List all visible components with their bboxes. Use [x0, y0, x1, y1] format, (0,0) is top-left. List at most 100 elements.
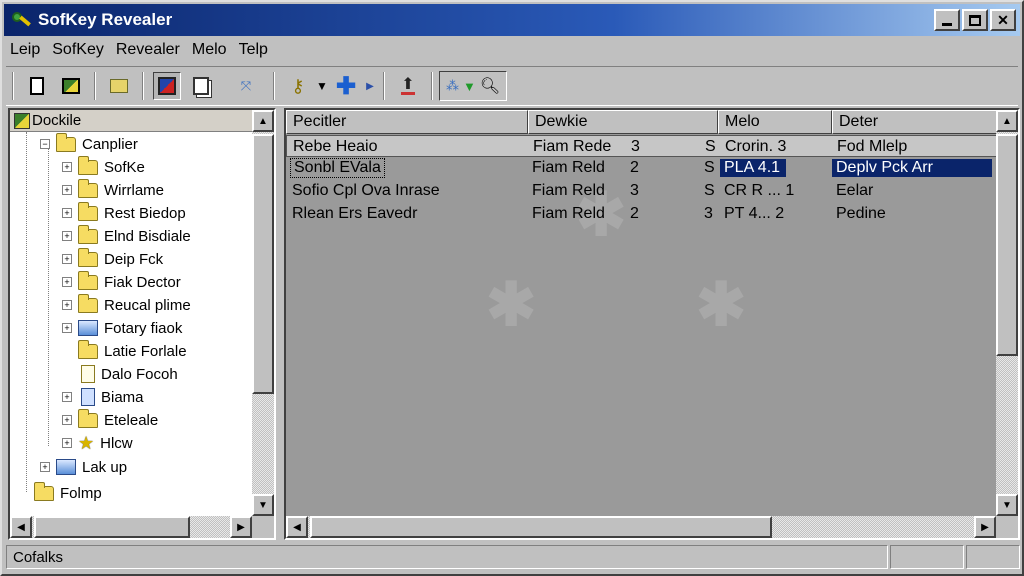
expand-icon: + [62, 277, 72, 287]
list-row[interactable]: Rebe Heaio Fiam Rede 3 S Crorin. 3 Fod M… [286, 135, 998, 157]
toolbar-separator [94, 72, 96, 100]
expand-icon: + [62, 300, 72, 310]
open-image-button[interactable] [57, 72, 85, 100]
cell-name: Sofio Cpl Ova Inrase [292, 182, 440, 199]
scroll-thumb[interactable] [252, 134, 274, 394]
tree-horizontal-scrollbar[interactable]: ◀ ▶ [10, 516, 274, 538]
cell-deter: Deplv Pck Arr [832, 159, 992, 177]
toolbar-separator [273, 72, 275, 100]
folder-tree[interactable]: Dockile − Canplier + SofKe + Wirrlame + Rest… [8, 108, 276, 540]
scroll-thumb[interactable] [996, 134, 1018, 356]
tree-item-label: SofKe [104, 158, 145, 176]
reveal-button[interactable] [153, 72, 181, 100]
status-bar: Cofalks [4, 542, 1020, 572]
tree-guide [48, 148, 49, 446]
tree-header: Dockile [10, 110, 252, 132]
menu-leip[interactable]: Leip [4, 41, 46, 59]
menu-melo[interactable]: Melo [186, 41, 233, 59]
caret-right-icon: ▶ [366, 80, 374, 92]
expand-icon: + [62, 231, 72, 241]
tree-item[interactable]: Folmp [34, 481, 102, 504]
tree-item[interactable]: + Reucal plime [62, 293, 191, 316]
scroll-up-button[interactable]: ▲ [252, 110, 274, 132]
cell-melo: PT 4... 2 [724, 205, 785, 222]
menu-revealer[interactable]: Revealer [110, 41, 186, 59]
scroll-up-button[interactable]: ▲ [996, 110, 1018, 132]
tree-item[interactable]: + Rest Biedop [62, 201, 186, 224]
tree-item[interactable]: + Lak up [40, 456, 127, 478]
arrow-down-icon: ▼ [258, 499, 268, 511]
open-folder-button[interactable] [105, 72, 133, 100]
move-button[interactable]: ⤧ [232, 72, 260, 100]
cell-melo: PLA 4.1 [720, 159, 786, 177]
folder-icon [78, 293, 98, 313]
key-icon: ⚷ [291, 75, 305, 96]
tree-item[interactable]: Dalo Focoh [78, 363, 178, 385]
collapse-icon: − [40, 139, 50, 149]
scroll-left-button[interactable]: ◀ [10, 516, 32, 538]
minimize-button[interactable] [934, 9, 960, 31]
folder-icon [78, 224, 98, 244]
list-horizontal-scrollbar[interactable]: ◀ ▶ [286, 516, 1018, 538]
scroll-down-button[interactable]: ▼ [252, 494, 274, 516]
export-button[interactable]: ⬆ [394, 72, 422, 100]
toolbar-separator [431, 72, 433, 100]
list-vertical-scrollbar[interactable]: ▲ ▼ [996, 110, 1018, 516]
column-header[interactable]: Dewkie [528, 110, 718, 134]
key-list[interactable]: Pecitler Dewkie Melo Deter ✱ ✱ ✱ Rebe He… [284, 108, 1020, 540]
tree-item[interactable]: + Elnd Bisdiale [62, 224, 191, 247]
list-row[interactable]: Sonbl EVala Fiam Reld 2 S PLA 4.1 Deplv … [286, 157, 998, 179]
tree-item[interactable]: + Biama [62, 386, 144, 408]
tree-vertical-scrollbar[interactable]: ▲ ▼ [252, 110, 274, 516]
toolbar-separator [383, 72, 385, 100]
tree-item[interactable]: + Fotary fiaok [62, 317, 182, 339]
package-icon [110, 79, 128, 93]
key-button[interactable]: ⚷ [284, 72, 312, 100]
cell-name: Sonbl EVala [290, 158, 385, 178]
menu-sofkey[interactable]: SofKey [46, 41, 110, 59]
cell-melo: CR R ... 1 [724, 182, 795, 199]
search-icon: 🔍︎ [479, 78, 501, 95]
key-app-icon [10, 9, 32, 31]
tree-item[interactable]: − Canplier [40, 132, 138, 155]
new-button[interactable] [23, 72, 51, 100]
scroll-right-button[interactable]: ▶ [974, 516, 996, 538]
tree-header-label: Dockile [32, 112, 82, 129]
tree-item[interactable]: + Eteleale [62, 408, 158, 431]
caret-down-icon: ▼ [316, 79, 328, 93]
list-row[interactable]: Rlean Ers Eavedr Fiam Reld 2 3 PT 4... 2… [286, 203, 998, 225]
expand-icon: + [62, 323, 72, 333]
next-button[interactable]: ▶ [363, 72, 377, 100]
menu-telp[interactable]: Telp [233, 41, 274, 59]
column-header[interactable]: Melo [718, 110, 832, 134]
tree-item[interactable]: + ★ Hlcw [62, 432, 133, 454]
reveal-icon [158, 77, 176, 95]
list-row[interactable]: Sofio Cpl Ova Inrase Fiam Reld 3 S CR R … [286, 180, 998, 202]
tree-item-label: Folmp [60, 484, 102, 502]
copy-button[interactable] [187, 72, 215, 100]
scroll-right-button[interactable]: ▶ [230, 516, 252, 538]
expand-icon: + [62, 438, 72, 448]
new-document-icon [30, 77, 44, 95]
scroll-thumb[interactable] [34, 516, 190, 538]
find-toolbar-group[interactable]: ⁂ ▼ 🔍︎ [439, 71, 508, 101]
column-header[interactable]: Deter [832, 110, 998, 134]
tree-item[interactable]: Latie Forlale [78, 339, 187, 362]
column-header[interactable]: Pecitler [286, 110, 528, 134]
arrow-down-icon: ▼ [1002, 499, 1012, 511]
scroll-down-button[interactable]: ▼ [996, 494, 1018, 516]
scroll-thumb[interactable] [310, 516, 772, 538]
maximize-button[interactable] [962, 9, 988, 31]
add-button[interactable]: ✚ [332, 72, 360, 100]
tree-item[interactable]: + Deip Fck [62, 247, 163, 270]
title-bar[interactable]: SofKey Revealer ✕ [4, 4, 1020, 36]
cell-flag: S [704, 182, 715, 199]
scroll-left-button[interactable]: ◀ [286, 516, 308, 538]
arrow-up-icon: ▲ [1002, 115, 1012, 127]
key-dropdown-button[interactable]: ▼ [315, 72, 329, 100]
expand-icon: + [62, 392, 72, 402]
close-button[interactable]: ✕ [990, 9, 1016, 31]
tree-item[interactable]: + Wirrlame [62, 178, 164, 201]
tree-item[interactable]: + Fiak Dector [62, 270, 181, 293]
tree-item[interactable]: + SofKe [62, 155, 145, 178]
